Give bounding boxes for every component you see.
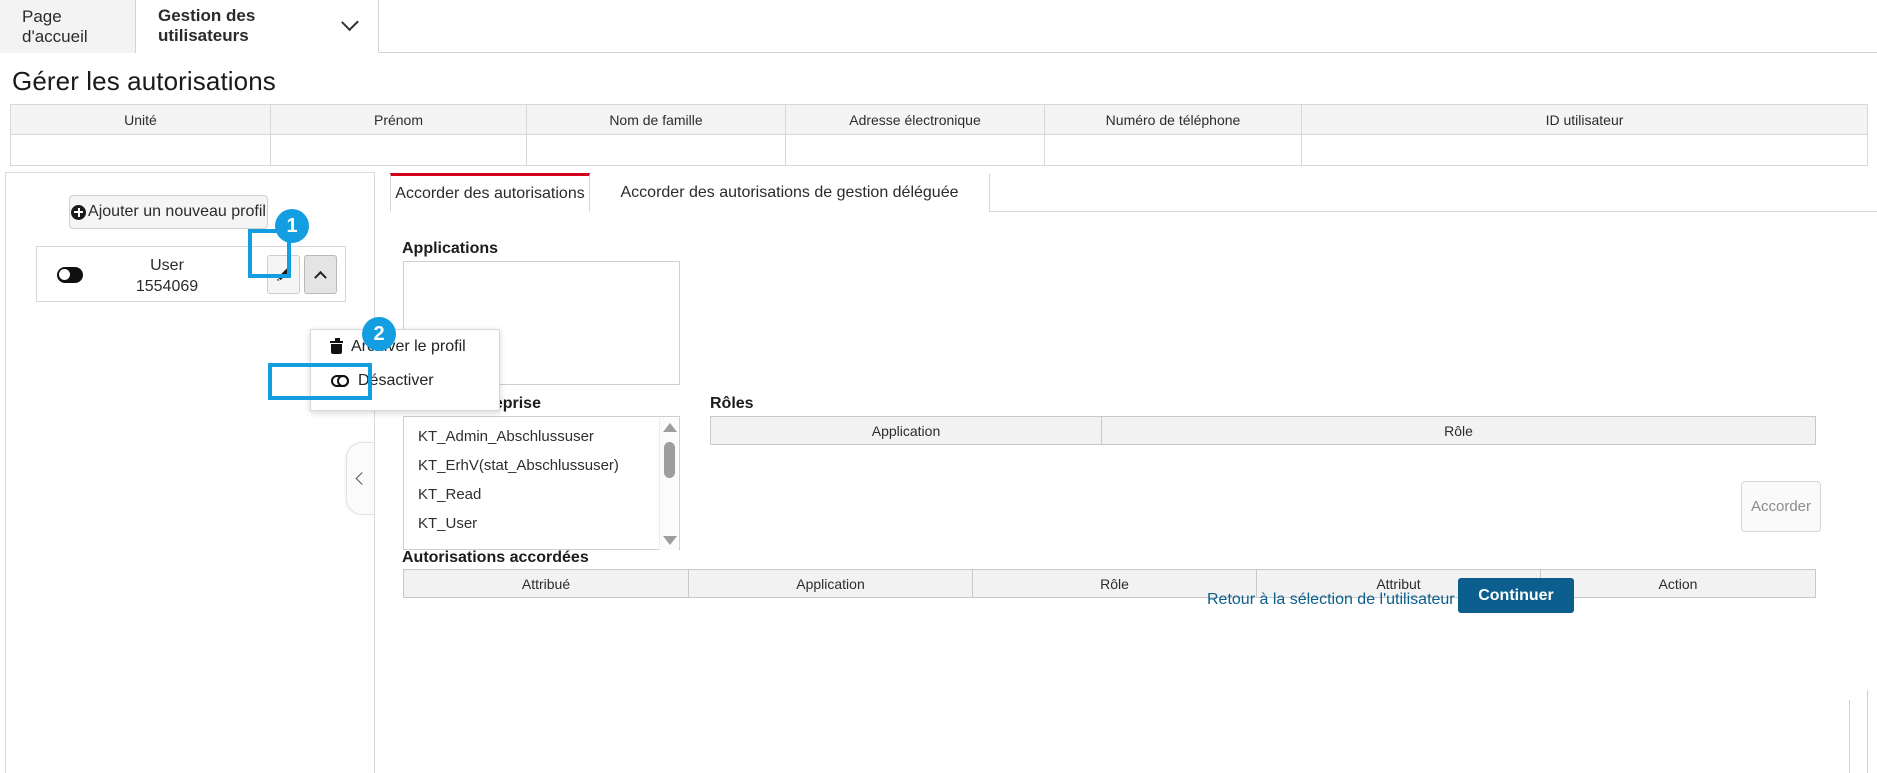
nav-tab-home-label: Page d'accueil: [22, 6, 88, 46]
tab-accorder-gestion-deleguee-label: Accorder des autorisations de gestion dé…: [620, 184, 959, 201]
granted-permissions-table: Attribué Application Rôle Attribut Actio…: [403, 569, 1816, 598]
collapse-panel-handle[interactable]: [346, 442, 374, 515]
profile-name: User: [150, 257, 184, 274]
panel-divider-left: [1849, 700, 1850, 773]
panel-divider-right: [1867, 690, 1868, 773]
profile-action-buttons: [267, 255, 337, 294]
continue-button[interactable]: Continuer: [1458, 578, 1574, 613]
cell-email: [785, 134, 1045, 166]
page-title: Gérer les autorisations: [12, 66, 276, 96]
nav-tab-user-management-label: Gestion des utilisateurs: [158, 6, 256, 45]
annotation-badge-1: 1: [275, 209, 309, 243]
column-header-email: Adresse électronique: [785, 104, 1045, 135]
accorder-button[interactable]: Accorder: [1741, 481, 1821, 532]
granted-permissions-label: Autorisations accordées: [402, 549, 589, 566]
table-row: [10, 134, 1868, 166]
cell-userid: [1301, 134, 1868, 166]
table-header-row: Application Rôle: [710, 416, 1816, 445]
top-navigation-bar: Page d'accueil Gestion des utilisateurs: [0, 0, 1877, 53]
table-header-row: Attribué Application Rôle Attribut Actio…: [403, 569, 1816, 598]
column-header-unite: Unité: [10, 104, 271, 135]
list-item[interactable]: KT_Admin_Abschlussuser: [418, 428, 594, 445]
tab-accorder-des-autorisations[interactable]: Accorder des autorisations: [390, 173, 590, 212]
plus-circle-icon: [71, 204, 87, 220]
back-to-user-selection-link[interactable]: Retour à la sélection de l'utilisateur: [1207, 591, 1455, 609]
annotation-badge-2: 2: [362, 317, 396, 351]
column-header-nom: Nom de famille: [526, 104, 786, 135]
list-item[interactable]: KT_ErhV(stat_Abschlussuser): [418, 457, 619, 474]
toggle-pill-icon: [331, 375, 349, 387]
cell-unite: [10, 134, 271, 166]
pencil-icon: [277, 267, 291, 281]
chevron-down-icon: [341, 12, 359, 31]
tab-strip: Accorder des autorisations Accorder des …: [390, 173, 1877, 212]
table-header-row: Unité Prénom Nom de famille Adresse élec…: [10, 104, 1868, 135]
column-header-application: Application: [688, 569, 973, 598]
profile-identity: User 1554069: [92, 255, 242, 297]
scrollbar-thumb[interactable]: [664, 442, 675, 478]
column-header-role: Rôle: [1101, 416, 1816, 445]
dropdown-item-archiver[interactable]: Archiver le profil: [311, 330, 499, 364]
cell-nom: [526, 134, 786, 166]
dropdown-item-desactiver-label: Désactiver: [358, 372, 434, 389]
nav-tab-user-management[interactable]: Gestion des utilisateurs: [136, 0, 379, 53]
list-item[interactable]: KT_User: [418, 515, 477, 532]
roles-label: Rôles: [710, 395, 754, 412]
cell-prenom: [270, 134, 527, 166]
column-header-application: Application: [710, 416, 1102, 445]
chevron-left-icon: [355, 472, 369, 485]
dropdown-item-desactiver[interactable]: Désactiver: [311, 364, 499, 398]
nav-tab-home[interactable]: Page d'accueil: [0, 0, 136, 53]
profile-context-menu: Archiver le profil Désactiver: [310, 329, 500, 411]
triangle-up-icon[interactable]: [663, 423, 677, 432]
trash-icon: [330, 338, 343, 354]
entreprise-roles-listbox[interactable]: KT_Admin_Abschlussuser KT_ErhV(stat_Absc…: [403, 416, 680, 550]
profile-card[interactable]: User 1554069: [36, 246, 346, 302]
edit-profile-button[interactable]: [267, 255, 300, 294]
column-header-telephone: Numéro de téléphone: [1044, 104, 1302, 135]
chevron-up-icon: [314, 270, 327, 284]
toggle-on-icon[interactable]: [57, 267, 83, 283]
add-new-profile-label: Ajouter un nouveau profil: [88, 203, 266, 220]
user-info-table: Unité Prénom Nom de famille Adresse élec…: [10, 104, 1868, 166]
tab-accorder-gestion-deleguee[interactable]: Accorder des autorisations de gestion dé…: [590, 173, 990, 212]
add-new-profile-button[interactable]: Ajouter un nouveau profil: [69, 195, 268, 229]
profile-side-panel: Ajouter un nouveau profil User 1554069: [5, 172, 375, 773]
profile-id: 1554069: [135, 278, 199, 295]
column-header-userid: ID utilisateur: [1301, 104, 1868, 135]
column-header-prenom: Prénom: [270, 104, 527, 135]
triangle-down-icon[interactable]: [663, 536, 677, 545]
profile-menu-button[interactable]: [304, 255, 337, 294]
entreprise-roles-scrollbar[interactable]: [659, 418, 678, 550]
permissions-tab-card: Accorder des autorisations Accorder des …: [390, 173, 1877, 773]
column-header-attribue: Attribué: [403, 569, 689, 598]
roles-table: Application Rôle: [710, 416, 1816, 445]
list-item[interactable]: KT_Read: [418, 486, 481, 503]
column-header-action: Action: [1540, 569, 1816, 598]
tab-accorder-des-autorisations-label: Accorder des autorisations: [395, 184, 585, 202]
applications-label: Applications: [402, 240, 499, 257]
cell-telephone: [1044, 134, 1302, 166]
